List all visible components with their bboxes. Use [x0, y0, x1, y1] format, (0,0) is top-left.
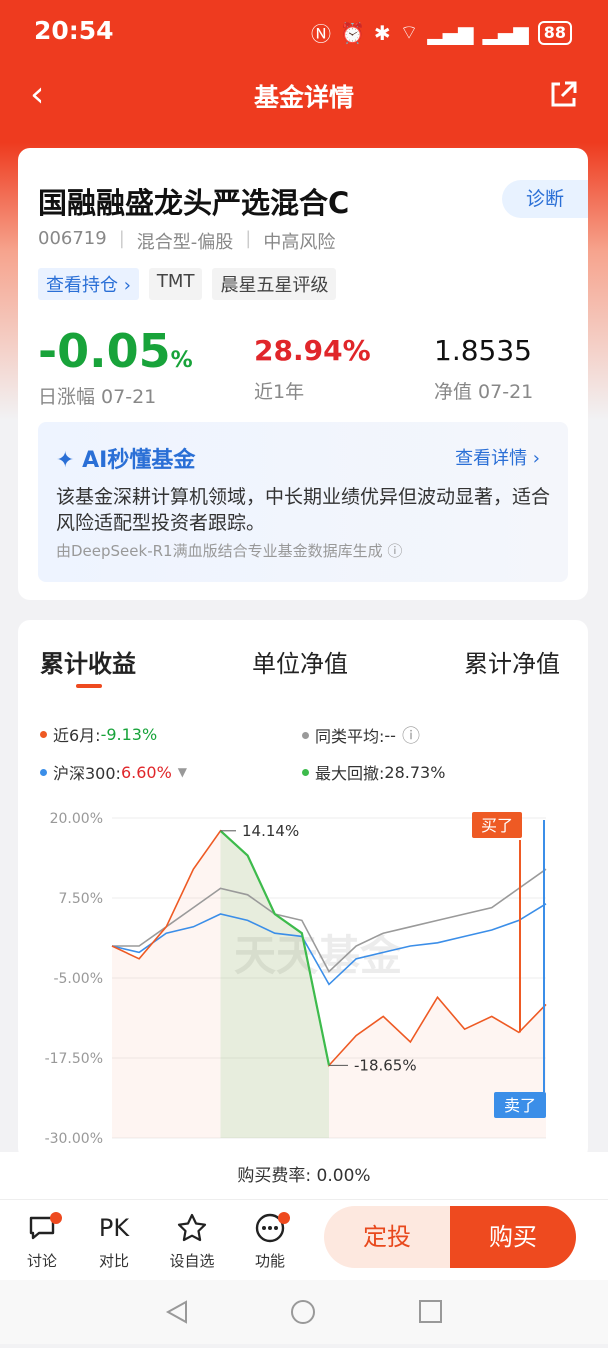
- ai-more-link[interactable]: 查看详情 ›: [455, 444, 540, 470]
- legend-drawdown: 最大回撤: 28.73%: [302, 760, 445, 784]
- year-return-label: 近1年: [254, 381, 305, 403]
- nav-recent-icon[interactable]: [419, 1300, 442, 1323]
- legend-dd-value: 28.73%: [384, 762, 446, 782]
- y-tick-label: 20.00%: [50, 811, 103, 827]
- ai-text: 该基金深耕计算机领域，中长期业绩优异但波动显著，适合风险适配型投资者跟踪。: [56, 486, 551, 534]
- status-time: 20:54: [34, 16, 114, 45]
- return-chart[interactable]: 20.00%7.50%-5.00%-17.50%-30.00% 天天基金 14.…: [18, 800, 588, 1160]
- discuss-button[interactable]: 讨论: [12, 1210, 72, 1271]
- legend-dot: [302, 768, 309, 776]
- wifi-icon: ⌔: [399, 20, 419, 44]
- ai-source: 由DeepSeek-R1满血版结合专业基金数据库生成 ⓘ: [56, 542, 403, 560]
- performance-card: 累计收益 单位净值 累计净值 近6月: -9.13% 同类平均: -- ⓘ 沪深30…: [18, 620, 588, 1160]
- daily-change-unit: %: [170, 348, 193, 373]
- nfc-icon: Ⓝ: [310, 22, 331, 46]
- daily-change-stat: -0.05% 日涨幅 07-21: [38, 324, 193, 409]
- fund-name: 国融融盛龙头严选混合C: [38, 186, 350, 220]
- notification-dot: [278, 1212, 290, 1224]
- legend-avg: 同类平均: -- ⓘ: [302, 722, 420, 748]
- y-tick-label: -17.50%: [45, 1051, 103, 1067]
- notification-dot: [50, 1212, 62, 1224]
- functions-label: 功能: [254, 1252, 285, 1270]
- daily-change-value: -0.05: [38, 324, 171, 378]
- legend-fund-label: 近6月:: [53, 726, 101, 745]
- legend-index-value: 6.60%: [120, 762, 172, 782]
- min-label: -18.65%: [354, 1056, 417, 1074]
- discuss-label: 讨论: [26, 1252, 57, 1270]
- meta-divider: |: [118, 228, 125, 249]
- tag-tmt: TMT: [148, 268, 203, 300]
- year-return-stat: 28.94% 近1年: [254, 334, 371, 404]
- auto-invest-button[interactable]: 定投: [324, 1206, 450, 1268]
- sell-marker-label: 卖了: [504, 1096, 536, 1115]
- bottom-action-bar: 讨论 PK 对比 设自选 功能 定投 购买: [0, 1200, 608, 1280]
- nav-home-icon[interactable]: [291, 1300, 315, 1324]
- chart-tabs: 累计收益 单位净值 累计净值: [18, 644, 588, 690]
- nav-value: 1.8535: [434, 334, 532, 367]
- fund-info-card: 国融融盛龙头严选混合C 诊断 006719 | 混合型-偏股 | 中高风险 查看…: [18, 148, 588, 600]
- fund-code: 006719: [38, 228, 107, 249]
- signal2-icon: ▂▄▆: [482, 20, 529, 45]
- status-bar: 20:54 Ⓝ ⏰ ✱ ⌔ ▂▄▆ ▂▄▆ 88: [0, 0, 608, 62]
- purchase-fee: 购买费率: 0.00%: [0, 1152, 608, 1200]
- add-watchlist-button[interactable]: 设自选: [162, 1210, 222, 1271]
- buy-marker-label: 买了: [481, 816, 513, 835]
- legend-index[interactable]: 沪深300: 6.60% ▼: [40, 760, 187, 784]
- legend-index-label: 沪深300:: [53, 764, 121, 783]
- system-nav-bar: [0, 1280, 608, 1344]
- nav-bar: ‹ 基金详情: [0, 62, 608, 128]
- holdings-link[interactable]: 查看持仓 ›: [38, 268, 139, 300]
- meta-divider: |: [245, 228, 252, 249]
- daily-change-label: 日涨幅 07-21: [38, 386, 157, 408]
- fund-type: 混合型-偏股: [136, 232, 234, 253]
- star-icon: [177, 1213, 207, 1242]
- ai-summary-box[interactable]: ✦ AI秒懂基金 查看详情 › 该基金深耕计算机领域，中长期业绩优异但波动显著，…: [38, 422, 568, 582]
- legend-fund-value: -9.13%: [100, 724, 158, 744]
- system-nav-icons: [165, 1300, 442, 1324]
- legend-avg-label: 同类平均:: [315, 727, 385, 746]
- max-label: 14.14%: [242, 822, 299, 840]
- pk-icon: PK: [98, 1214, 130, 1242]
- compare-label: 对比: [98, 1252, 129, 1270]
- legend-dot: [302, 731, 309, 739]
- y-tick-label: 7.50%: [59, 891, 103, 907]
- y-tick-label: -30.00%: [45, 1131, 103, 1147]
- ai-title-text: AI秒懂基金: [82, 448, 196, 473]
- nav-back-icon[interactable]: [165, 1300, 187, 1324]
- legend-avg-value: --: [384, 725, 396, 745]
- status-icons: Ⓝ ⏰ ✱ ⌔ ▂▄▆ ▂▄▆ 88: [311, 18, 572, 47]
- compare-button[interactable]: PK 对比: [84, 1210, 144, 1271]
- tag-rating: 晨星五星评级: [212, 268, 337, 300]
- nav-label: 净值 07-21: [434, 381, 534, 403]
- buy-button[interactable]: 购买: [450, 1206, 576, 1268]
- legend-fund: 近6月: -9.13%: [40, 722, 157, 746]
- ai-title: ✦ AI秒懂基金: [56, 442, 195, 474]
- y-tick-label: -5.00%: [53, 971, 103, 987]
- share-icon[interactable]: [548, 80, 578, 110]
- alarm-icon: ⏰: [339, 20, 365, 45]
- tab-cumulative-return[interactable]: 累计收益: [40, 644, 136, 679]
- tab-cumulative-nav[interactable]: 累计净值: [464, 644, 560, 679]
- functions-button[interactable]: 功能: [240, 1210, 300, 1271]
- battery-icon: 88: [537, 20, 572, 45]
- legend-dot: [40, 768, 47, 776]
- year-return-value: 28.94%: [254, 334, 371, 367]
- legend-dd-label: 最大回撤:: [315, 764, 385, 783]
- nav-stat: 1.8535 净值 07-21: [434, 334, 533, 404]
- watchlist-label: 设自选: [169, 1252, 215, 1270]
- fund-tags: 查看持仓 › TMT 晨星五星评级: [38, 268, 337, 300]
- info-icon[interactable]: ⓘ: [402, 722, 420, 748]
- page-title: 基金详情: [253, 83, 354, 112]
- sparkle-icon: ✦: [56, 448, 75, 473]
- signal-icon: ▂▄▆: [427, 20, 474, 45]
- dropdown-icon: ▼: [177, 765, 187, 779]
- bluetooth-icon: ✱: [373, 20, 391, 45]
- tab-unit-nav[interactable]: 单位净值: [252, 644, 348, 679]
- fund-meta: 006719 | 混合型-偏股 | 中高风险: [38, 228, 335, 254]
- tab-underline: [76, 684, 102, 688]
- fund-risk: 中高风险: [263, 232, 336, 253]
- diagnose-button[interactable]: 诊断: [502, 180, 588, 218]
- legend-dot: [40, 730, 47, 738]
